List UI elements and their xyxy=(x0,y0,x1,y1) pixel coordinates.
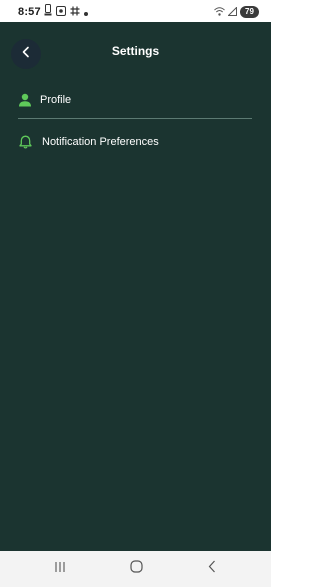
menu-item-profile[interactable]: Profile xyxy=(16,85,256,115)
status-time: 8:57 xyxy=(18,6,41,18)
home-icon xyxy=(129,560,143,578)
menu-item-notification-preferences[interactable]: Notification Preferences xyxy=(16,127,256,157)
divider xyxy=(18,118,252,119)
battery-badge: 79 xyxy=(240,6,259,18)
dot-icon xyxy=(84,3,88,21)
slack-icon xyxy=(56,3,66,21)
wifi-icon xyxy=(214,3,225,21)
menu-item-label: Notification Preferences xyxy=(42,136,159,148)
page-title: Settings xyxy=(111,44,160,58)
notification-icon xyxy=(44,3,52,21)
recent-apps-icon xyxy=(54,560,66,578)
settings-screen: Settings Profile Notification Preference… xyxy=(0,22,271,551)
recent-apps-button[interactable] xyxy=(50,559,70,579)
person-icon xyxy=(16,91,34,109)
menu-item-label: Profile xyxy=(40,94,72,106)
signal-icon xyxy=(227,3,237,21)
back-icon xyxy=(208,560,216,578)
status-icons-left xyxy=(44,3,88,21)
status-icons-right: 79 xyxy=(214,5,259,19)
status-bar: 8:57 79 xyxy=(0,0,271,22)
system-navigation-bar xyxy=(0,551,271,587)
system-back-button[interactable] xyxy=(202,559,222,579)
home-button[interactable] xyxy=(126,559,146,579)
bell-icon xyxy=(16,133,34,151)
hash-icon xyxy=(70,3,80,21)
